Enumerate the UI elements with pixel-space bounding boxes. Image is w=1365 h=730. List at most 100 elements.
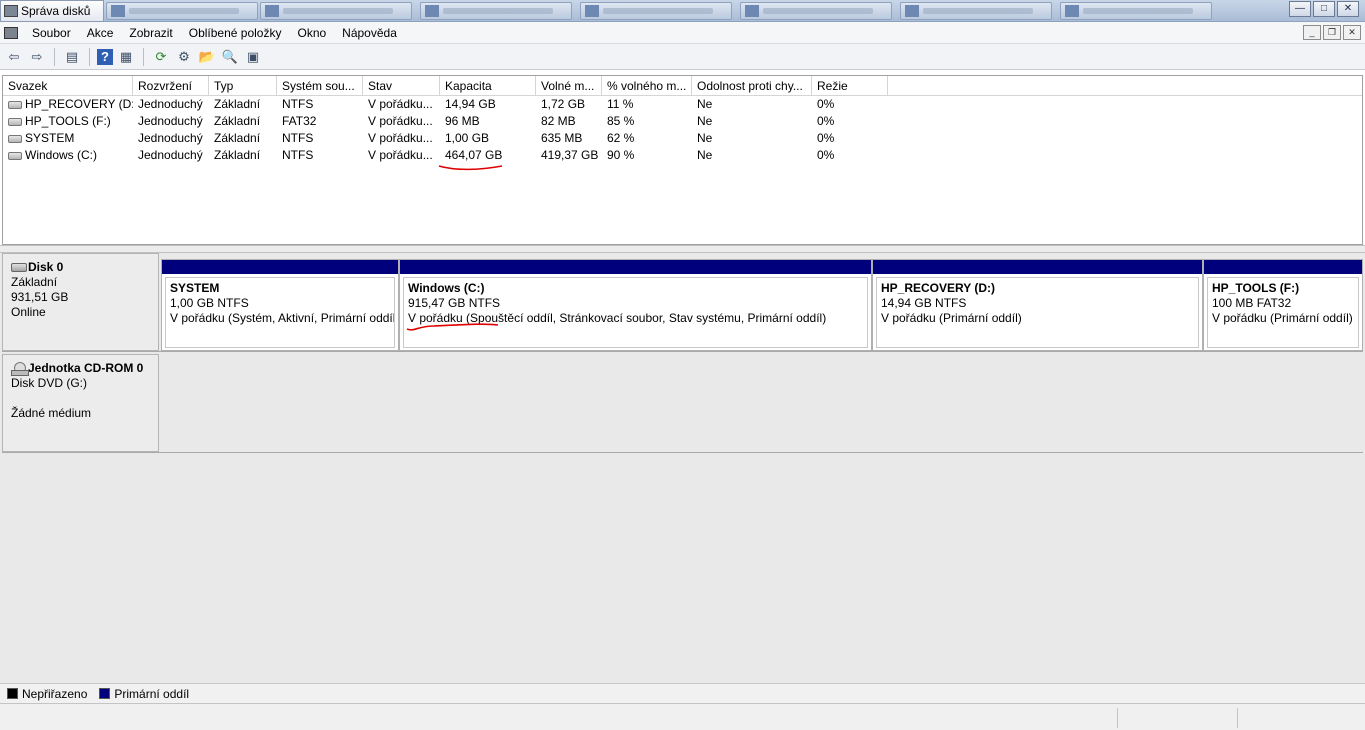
taskbar-tab[interactable] bbox=[260, 2, 412, 20]
filesystem-cell: NTFS bbox=[282, 131, 314, 145]
column-header-rozvrzeni[interactable]: Rozvržení bbox=[133, 76, 209, 96]
refresh-icon[interactable]: ⟳ bbox=[151, 47, 171, 67]
table-row[interactable]: SYSTEM Jednoduchý Základní NTFS V pořádk… bbox=[3, 130, 1362, 147]
volume-name: HP_TOOLS (F:) bbox=[25, 114, 111, 128]
forward-icon[interactable]: ⇨ bbox=[27, 47, 47, 67]
disk-graphical-view: Disk 0 Základní 931,51 GB Online SYSTEM … bbox=[0, 253, 1365, 683]
drive-icon bbox=[8, 118, 22, 126]
menu-soubor[interactable]: Soubor bbox=[24, 23, 79, 43]
system-menu-icon[interactable] bbox=[4, 26, 18, 39]
column-header-volne-misto[interactable]: Volné m... bbox=[536, 76, 602, 96]
column-header-odolnost[interactable]: Odolnost proti chy... bbox=[692, 76, 812, 96]
taskbar-tab[interactable] bbox=[1060, 2, 1212, 20]
percent-free-cell: 90 % bbox=[607, 148, 635, 162]
drive-icon bbox=[8, 135, 22, 143]
table-row[interactable]: HP_RECOVERY (D:) Jednoduchý Základní NTF… bbox=[3, 96, 1362, 113]
primary-partition-bar bbox=[1204, 260, 1362, 274]
column-header-typ[interactable]: Typ bbox=[209, 76, 277, 96]
column-header-kapacita[interactable]: Kapacita bbox=[440, 76, 536, 96]
layout-cell: Jednoduchý bbox=[138, 148, 203, 162]
open-icon[interactable]: 📂 bbox=[197, 47, 217, 67]
partition-hp-recovery[interactable]: HP_RECOVERY (D:) 14,94 GB NTFS V pořádku… bbox=[872, 259, 1203, 351]
close-button[interactable]: ✕ bbox=[1337, 1, 1359, 17]
partition-status: V pořádku (Primární oddíl) bbox=[1212, 311, 1353, 325]
overhead-cell: 0% bbox=[817, 131, 835, 145]
partition-hp-tools[interactable]: HP_TOOLS (F:) 100 MB FAT32 V pořádku (Pr… bbox=[1203, 259, 1363, 351]
percent-free-cell: 85 % bbox=[607, 114, 635, 128]
status-separator bbox=[1237, 708, 1238, 728]
fault-tolerance-cell: Ne bbox=[697, 97, 713, 111]
disk-size: 931,51 GB bbox=[11, 290, 69, 304]
fault-tolerance-cell: Ne bbox=[697, 148, 713, 162]
disk-row: Disk 0 Základní 931,51 GB Online SYSTEM … bbox=[2, 253, 1363, 352]
overhead-cell: 0% bbox=[817, 148, 835, 162]
maximize-button[interactable]: □ bbox=[1313, 1, 1335, 17]
disk-name: Disk 0 bbox=[28, 260, 64, 274]
taskbar-tab[interactable] bbox=[106, 2, 258, 20]
status-bar bbox=[0, 703, 1365, 730]
pane-splitter[interactable] bbox=[0, 245, 1365, 253]
primary-partition-bar bbox=[873, 260, 1202, 274]
mdi-restore-button[interactable]: ❐ bbox=[1323, 25, 1341, 40]
layout-cell: Jednoduchý bbox=[138, 131, 203, 145]
partition-name: HP_RECOVERY (D:) bbox=[881, 281, 996, 295]
volume-name: HP_RECOVERY (D:) bbox=[25, 97, 133, 111]
window-icon bbox=[111, 5, 125, 17]
partition-size: 1,00 GB NTFS bbox=[170, 296, 249, 310]
free-space-cell: 82 MB bbox=[541, 114, 576, 128]
app-title-tab[interactable]: Správa disků bbox=[0, 0, 104, 22]
column-header-system-souboru[interactable]: Systém sou... bbox=[277, 76, 363, 96]
taskbar-tab[interactable] bbox=[580, 2, 732, 20]
type-cell: Základní bbox=[214, 97, 261, 111]
disk-row: Jednotka CD-ROM 0 Disk DVD (G:) Žádné mé… bbox=[2, 354, 1363, 453]
taskbar-tab[interactable] bbox=[740, 2, 892, 20]
red-underline-annotation bbox=[438, 165, 503, 171]
unallocated-swatch bbox=[7, 688, 18, 699]
table-row[interactable]: HP_TOOLS (F:) Jednoduchý Základní FAT32 … bbox=[3, 113, 1362, 130]
properties-icon[interactable]: ▦ bbox=[116, 47, 136, 67]
partition-name: SYSTEM bbox=[170, 281, 220, 295]
help-icon[interactable]: ? bbox=[97, 48, 113, 65]
primary-partition-swatch bbox=[99, 688, 111, 699]
layout-cell: Jednoduchý bbox=[138, 97, 203, 111]
partition-size: 14,94 GB NTFS bbox=[881, 296, 967, 310]
menu-zobrazit[interactable]: Zobrazit bbox=[121, 23, 180, 43]
disk-size bbox=[11, 391, 150, 406]
partition-windows[interactable]: Windows (C:) 915,47 GB NTFS V pořádku (S… bbox=[399, 259, 872, 351]
column-header-procento-volneho[interactable]: % volného m... bbox=[602, 76, 692, 96]
partition-system[interactable]: SYSTEM 1,00 GB NTFS V pořádku (Systém, A… bbox=[161, 259, 399, 351]
menu-akce[interactable]: Akce bbox=[79, 23, 122, 43]
back-icon[interactable]: ⇦ bbox=[4, 47, 24, 67]
taskbar-tab[interactable] bbox=[900, 2, 1052, 20]
taskbar-tab[interactable] bbox=[420, 2, 572, 20]
type-cell: Základní bbox=[214, 114, 261, 128]
window-title: Správa disků bbox=[21, 4, 91, 18]
mdi-close-button[interactable]: ✕ bbox=[1343, 25, 1361, 40]
free-space-cell: 419,37 GB bbox=[541, 148, 599, 162]
toolbar: ⇦ ⇨ ▤ ? ▦ ⟳ ⚙ 📂 🔍 ▣ bbox=[0, 44, 1365, 70]
capacity-cell: 1,00 GB bbox=[445, 131, 490, 145]
settings-icon[interactable]: ⚙ bbox=[174, 47, 194, 67]
table-row[interactable]: Windows (C:) Jednoduchý Základní NTFS V … bbox=[3, 147, 1362, 164]
disk-status: Online bbox=[11, 305, 46, 319]
legend-label-unallocated: Nepřiřazeno bbox=[22, 686, 88, 701]
console-tree-icon[interactable]: ▤ bbox=[62, 47, 82, 67]
cdrom-0-label[interactable]: Jednotka CD-ROM 0 Disk DVD (G:) Žádné mé… bbox=[2, 354, 159, 452]
disk-properties-icon[interactable]: ▣ bbox=[243, 47, 263, 67]
column-header-svazek[interactable]: Svazek bbox=[3, 76, 133, 96]
partition-size: 915,47 GB NTFS bbox=[408, 296, 501, 310]
menu-oblibene-polozky[interactable]: Oblíbené položky bbox=[181, 23, 290, 43]
column-header-rezie[interactable]: Režie bbox=[812, 76, 888, 96]
status-separator bbox=[1117, 708, 1118, 728]
mdi-minimize-button[interactable]: _ bbox=[1303, 25, 1321, 40]
menu-okno[interactable]: Okno bbox=[289, 23, 334, 43]
column-header-stav[interactable]: Stav bbox=[363, 76, 440, 96]
find-icon[interactable]: 🔍 bbox=[220, 47, 240, 67]
volume-name: SYSTEM bbox=[25, 131, 75, 145]
status-cell: V pořádku... bbox=[368, 114, 433, 128]
menu-napoveda[interactable]: Nápověda bbox=[334, 23, 405, 43]
type-cell: Základní bbox=[214, 131, 261, 145]
disk-0-label[interactable]: Disk 0 Základní 931,51 GB Online bbox=[2, 253, 159, 351]
minimize-button[interactable]: — bbox=[1289, 1, 1311, 17]
fault-tolerance-cell: Ne bbox=[697, 114, 713, 128]
